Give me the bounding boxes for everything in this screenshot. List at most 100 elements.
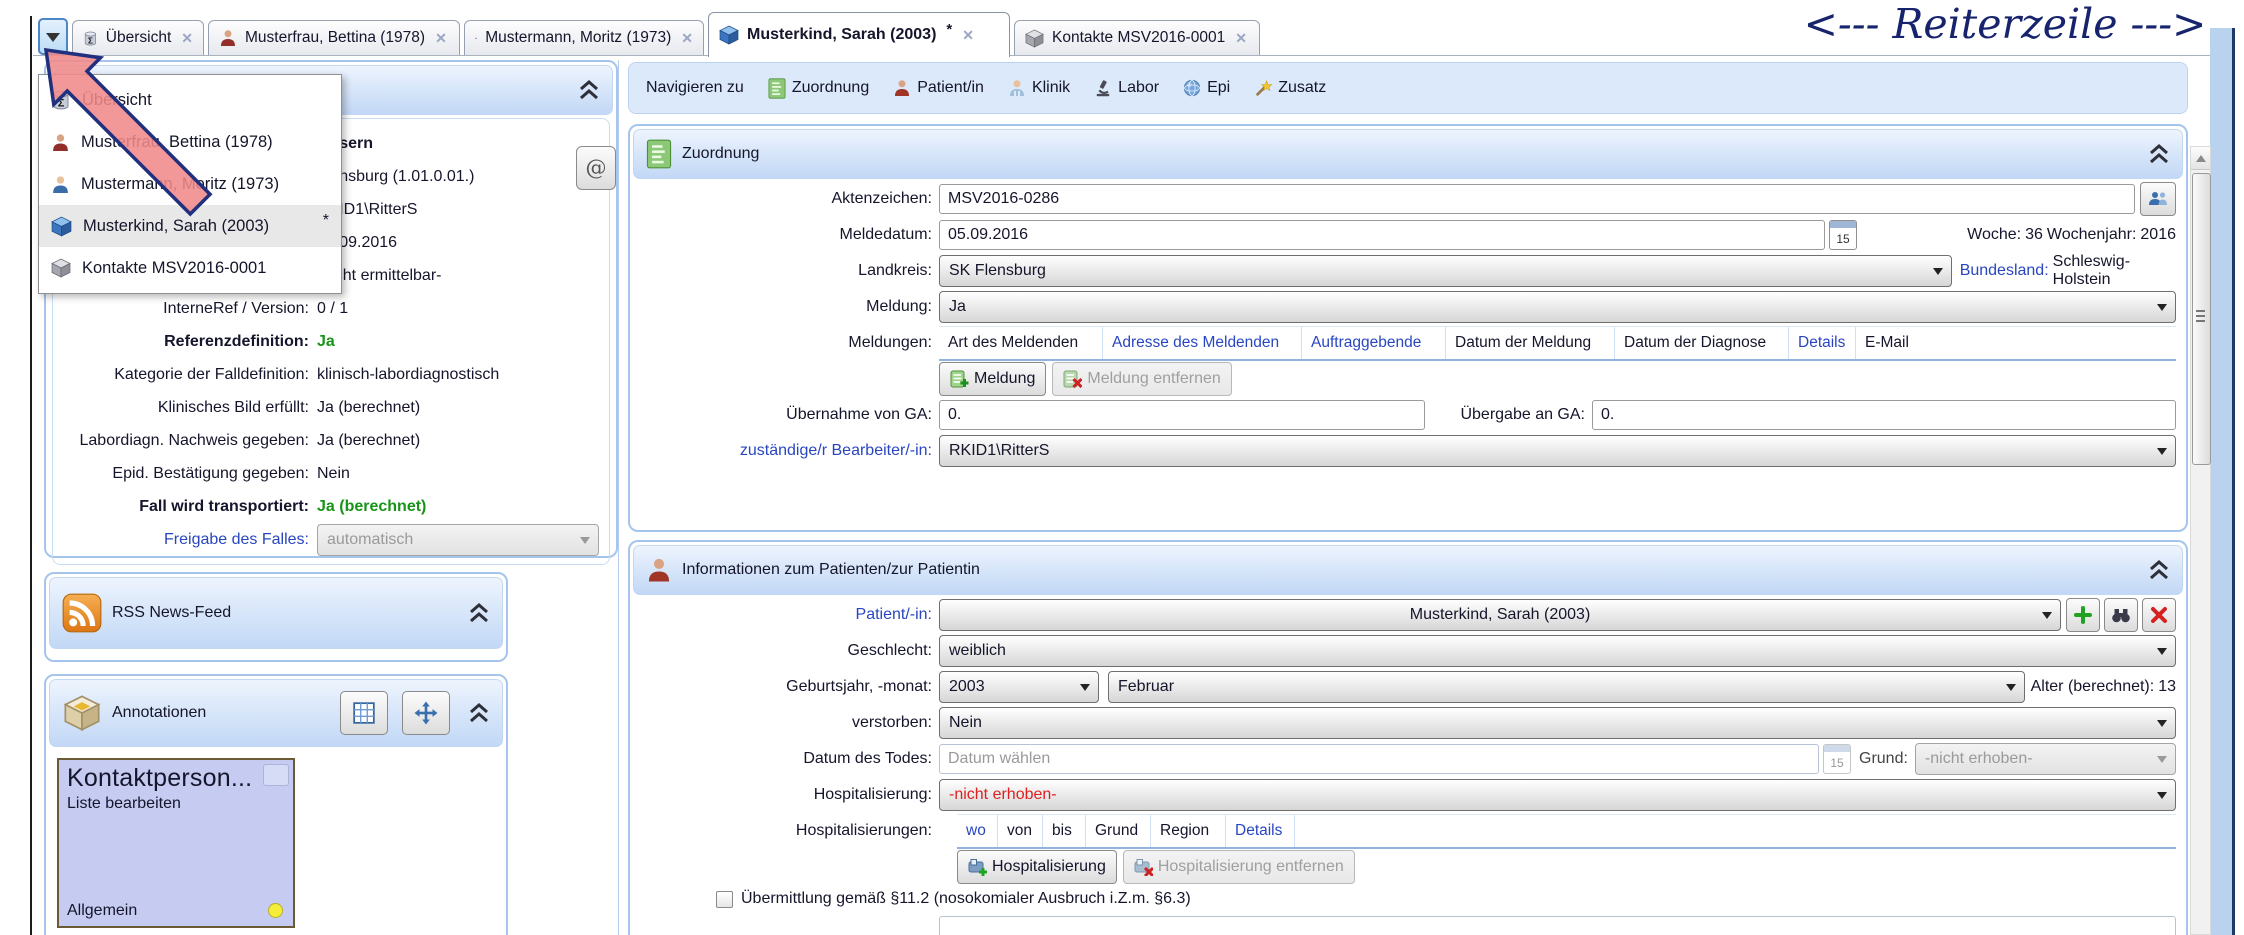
- column-header[interactable]: von: [998, 815, 1043, 847]
- column-header[interactable]: Datum der Meldung: [1446, 327, 1615, 359]
- nav-link-zuordnung[interactable]: Zuordnung: [768, 78, 869, 99]
- patient-add-button[interactable]: [2066, 598, 2100, 632]
- input-value: 0.: [948, 406, 961, 424]
- tab-musterfrau[interactable]: Musterfrau, Bettina (1978) ✕: [208, 20, 460, 55]
- column-splitter[interactable]: [618, 60, 619, 935]
- calendar-picker-button[interactable]: 15: [1829, 220, 1857, 250]
- close-icon[interactable]: ✕: [962, 27, 974, 44]
- select-value: -nicht erhoben-: [949, 786, 1057, 804]
- annotations-panel: Annotationen Kontaktperson... Liste bear…: [44, 674, 508, 935]
- nav-link-labor[interactable]: Labor: [1094, 79, 1159, 97]
- input-value: MSV2016-0286: [948, 190, 1059, 208]
- calendar-picker-button-disabled[interactable]: 15: [1823, 744, 1851, 774]
- column-header[interactable]: bis: [1043, 815, 1086, 847]
- close-icon[interactable]: ✕: [435, 30, 447, 47]
- patient-panel: Informationen zum Patienten/zur Patienti…: [628, 540, 2188, 935]
- column-header[interactable]: Adresse des Meldenden: [1103, 327, 1302, 359]
- aktenzeichen-input[interactable]: MSV2016-0286: [939, 184, 2135, 214]
- annotations-header: Annotationen: [49, 679, 503, 747]
- field-label: InterneRef / Version:: [59, 300, 317, 318]
- freigabe-select[interactable]: automatisch: [317, 524, 599, 556]
- select-value: -nicht erhoben-: [1925, 750, 2033, 768]
- uebergabe-input[interactable]: 0.: [1592, 400, 2176, 430]
- move-layout-button[interactable]: [402, 691, 450, 735]
- column-header[interactable]: Details: [1226, 815, 1295, 847]
- scroll-up-button[interactable]: [2191, 147, 2210, 170]
- column-header[interactable]: Art des Meldenden: [939, 327, 1103, 359]
- column-header[interactable]: Auftraggebende: [1302, 327, 1446, 359]
- landkreis-select[interactable]: SK Flensburg: [939, 255, 1952, 287]
- close-icon[interactable]: ✕: [681, 30, 693, 47]
- select-value: Februar: [1118, 678, 1174, 696]
- select-value: Nein: [949, 714, 982, 732]
- hospitalisierung-remove-button[interactable]: Hospitalisierung entfernen: [1123, 850, 1355, 884]
- column-header[interactable]: Region: [1151, 815, 1226, 847]
- uebermittlung-checkbox[interactable]: [716, 891, 733, 908]
- meldung-remove-button[interactable]: Meldung entfernen: [1052, 362, 1231, 396]
- close-icon[interactable]: ✕: [1235, 30, 1247, 47]
- todesdatum-input[interactable]: Datum wählen: [939, 744, 1819, 774]
- bearbeiter-select[interactable]: RKID1\RitterS: [939, 435, 2176, 467]
- bundesland-value: Schleswig-Holstein: [2053, 253, 2176, 289]
- tab-label: Mustermann, Moritz (1973): [485, 29, 671, 47]
- hospitalisierung-select[interactable]: -nicht erhoben-: [939, 779, 2176, 811]
- patient-search-button[interactable]: [2104, 598, 2138, 632]
- collapse-chevron-icon[interactable]: [576, 79, 602, 101]
- email-at-button[interactable]: @: [576, 146, 616, 190]
- field-value: Ja (berechnet): [317, 432, 420, 450]
- button-label: Hospitalisierung: [992, 858, 1106, 876]
- scrollbar-thumb[interactable]: [2192, 173, 2211, 465]
- geburtsmonat-select[interactable]: Februar: [1108, 671, 2025, 703]
- tab-mustermann[interactable]: Mustermann, Moritz (1973) ✕: [464, 20, 704, 55]
- button-label: Meldung: [974, 370, 1035, 388]
- button-label: Meldung entfernen: [1087, 370, 1220, 388]
- field-value: klinisch-labordiagnostisch: [317, 366, 499, 384]
- aktenzeichen-label: Aktenzeichen:: [640, 190, 939, 208]
- meldedatum-input[interactable]: 05.09.2016: [939, 220, 1825, 250]
- tab-kontakte[interactable]: Kontakte MSV2016-0001 ✕: [1014, 20, 1260, 55]
- field-label: Referenzdefinition:: [59, 333, 317, 351]
- annotation-note[interactable]: Kontaktperson... Liste bearbeiten Allgem…: [57, 758, 295, 928]
- uebernahme-input[interactable]: 0.: [939, 400, 1425, 430]
- nav-link-klinik[interactable]: Klinik: [1008, 79, 1070, 97]
- nav-link-zusatz[interactable]: Zusatz: [1254, 79, 1326, 97]
- nav-link-epi[interactable]: Epi: [1183, 79, 1230, 97]
- column-header[interactable]: wo: [957, 815, 998, 847]
- field-value: Nein: [317, 465, 350, 483]
- rss-header: RSS News-Feed: [49, 577, 503, 649]
- column-header[interactable]: Datum der Diagnose: [1615, 327, 1789, 359]
- grid-view-button[interactable]: [340, 691, 388, 735]
- epi-icon: [1183, 79, 1201, 97]
- grund-select[interactable]: -nicht erhoben-: [1915, 743, 2176, 775]
- collapse-chevron-icon[interactable]: [466, 702, 492, 724]
- nav-link-patient[interactable]: Patient/in: [893, 79, 984, 97]
- tab-musterkind-active[interactable]: Musterkind, Sarah (2003) * ✕: [708, 12, 1010, 57]
- cutoff-input[interactable]: [939, 916, 2176, 935]
- column-header[interactable]: Grund: [1086, 815, 1151, 847]
- patient-remove-button[interactable]: [2142, 598, 2176, 632]
- geburtsjahr-select[interactable]: 2003: [939, 671, 1099, 703]
- hospitalisierung-add-button[interactable]: Hospitalisierung: [957, 850, 1117, 884]
- collapse-chevron-icon[interactable]: [2146, 143, 2172, 165]
- select-value: RKID1\RitterS: [949, 442, 1049, 460]
- tab-label: Musterfrau, Bettina (1978): [245, 29, 425, 47]
- rss-panel: RSS News-Feed: [44, 572, 508, 662]
- grund-label: Grund:: [1859, 750, 1908, 768]
- collapse-chevron-icon[interactable]: [2146, 559, 2172, 581]
- column-header[interactable]: Details: [1789, 327, 1856, 359]
- collapse-chevron-icon[interactable]: [466, 602, 492, 624]
- case-link-button[interactable]: [2140, 182, 2176, 216]
- column-header[interactable]: E-Mail: [1856, 327, 1920, 359]
- meldung-select[interactable]: Ja: [939, 291, 2176, 323]
- select-value: Ja: [949, 298, 966, 316]
- meldung-add-button[interactable]: Meldung: [939, 362, 1046, 396]
- geschlecht-select[interactable]: weiblich: [939, 635, 2176, 667]
- contacts-cube-gray-icon: [51, 258, 71, 278]
- patient-field[interactable]: Musterkind, Sarah (2003): [939, 599, 2061, 631]
- menu-item-kontakte[interactable]: Kontakte MSV2016-0001: [39, 247, 341, 289]
- person-male-icon: [475, 29, 477, 47]
- verstorben-select[interactable]: Nein: [939, 707, 2176, 739]
- patient-title: Informationen zum Patienten/zur Patienti…: [682, 561, 2136, 579]
- note-edit-link[interactable]: Liste bearbeiten: [67, 795, 285, 813]
- vertical-scrollbar[interactable]: [2190, 146, 2211, 935]
